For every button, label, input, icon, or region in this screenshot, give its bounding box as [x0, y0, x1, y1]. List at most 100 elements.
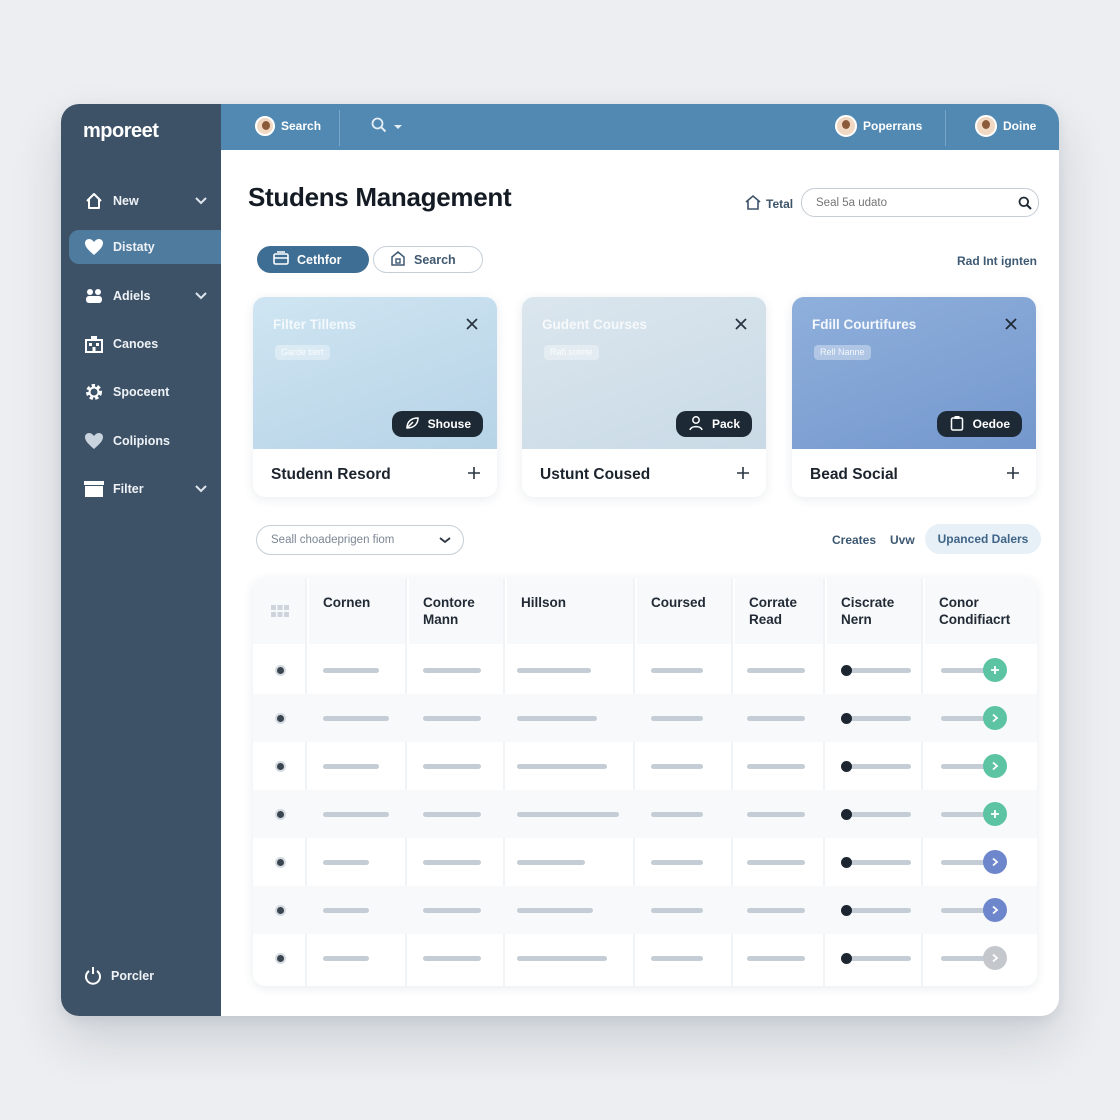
oedoe-button[interactable]: Oedoe [936, 411, 1022, 437]
table-row[interactable] [253, 742, 1037, 790]
row-radio[interactable] [275, 713, 286, 724]
table-header[interactable]: Contore Mann [409, 578, 503, 644]
chevron-right-icon [992, 953, 999, 963]
card-tag: Garde tiert [275, 345, 330, 360]
shouse-button[interactable]: Shouse [391, 411, 483, 437]
row-open-button[interactable] [983, 850, 1007, 874]
row-slider-track[interactable] [847, 860, 911, 865]
row-open-button[interactable] [983, 898, 1007, 922]
topbar-search-dropdown[interactable] [371, 117, 403, 136]
row-progress-track [941, 716, 989, 721]
row-slider-knob[interactable] [841, 953, 852, 964]
search-icon[interactable] [1018, 196, 1032, 215]
topbar-search[interactable]: Search [255, 116, 321, 136]
row-slider-track[interactable] [847, 956, 911, 961]
view-link[interactable]: Uvw [890, 533, 915, 547]
card-gudent-courses[interactable]: Gudent Courses Rafi solete Pack Ustunt C… [522, 297, 766, 497]
close-icon[interactable] [465, 317, 479, 336]
cell-placeholder [423, 812, 481, 817]
plus-icon[interactable] [736, 466, 750, 485]
table-header[interactable]: Cornen [309, 578, 405, 644]
row-radio[interactable] [275, 857, 286, 868]
sidebar-item-filter[interactable]: Filter [69, 472, 221, 506]
row-slider-knob[interactable] [841, 665, 852, 676]
filter-select[interactable]: Seall choadeprigen fiom [256, 525, 464, 555]
sidebar-item-colipions[interactable]: Colipions [69, 424, 221, 458]
pack-button[interactable]: Pack [675, 411, 752, 437]
row-open-button[interactable] [983, 706, 1007, 730]
grid-icon[interactable] [271, 604, 289, 621]
rad-int-link[interactable]: Rad Int ignten [957, 254, 1037, 268]
plus-icon[interactable] [1006, 466, 1020, 485]
row-add-button[interactable] [983, 802, 1007, 826]
sidebar-item-canoes[interactable]: Canoes [69, 327, 221, 361]
card-fdill-courtifures[interactable]: Fdill Courtifures Rell Nanne Oedoe Bead … [792, 297, 1036, 497]
row-slider-track[interactable] [847, 908, 911, 913]
row-radio[interactable] [275, 761, 286, 772]
home-icon [83, 190, 105, 212]
row-slider-knob[interactable] [841, 857, 852, 868]
row-radio[interactable] [275, 809, 286, 820]
row-open-button[interactable] [983, 754, 1007, 778]
search-input[interactable] [801, 188, 1039, 217]
building-icon [83, 333, 105, 355]
sidebar-item-new[interactable]: New [69, 184, 221, 218]
table-header[interactable]: Conor Condifiacrt [925, 578, 1037, 644]
table-header[interactable]: Ciscrate Nern [827, 578, 921, 644]
table-header[interactable]: Coursed [637, 578, 731, 644]
upanced-dalers-button[interactable]: Upanced Dalers [925, 524, 1041, 554]
card-footer-label: Bead Social [810, 466, 898, 483]
sidebar-item-label: Colipions [113, 434, 170, 448]
row-slider-knob[interactable] [841, 809, 852, 820]
card-tag: Rafi solete [544, 345, 599, 360]
row-slider-track[interactable] [847, 764, 911, 769]
cell-placeholder [323, 908, 369, 913]
sidebar-item-label: Spoceent [113, 385, 170, 399]
close-icon[interactable] [734, 317, 748, 336]
table-header[interactable]: Corrate Read [735, 578, 823, 644]
table-row[interactable] [253, 694, 1037, 742]
row-radio[interactable] [275, 953, 286, 964]
row-slider-track[interactable] [847, 668, 911, 673]
brand-logo[interactable]: mporeet [83, 120, 159, 143]
row-add-button[interactable] [983, 658, 1007, 682]
row-progress-track [941, 812, 989, 817]
sidebar-item-adiels[interactable]: Adiels [69, 279, 221, 313]
table-header[interactable]: Hillson [507, 578, 633, 644]
cell-placeholder [323, 764, 379, 769]
cell-placeholder [517, 860, 585, 865]
row-slider-track[interactable] [847, 812, 911, 817]
topbar-user-poperrans[interactable]: Poperrans [835, 115, 922, 137]
cell-placeholder [423, 668, 481, 673]
chevron-down-icon [195, 194, 207, 208]
card-title: Gudent Courses [542, 317, 648, 332]
row-slider-track[interactable] [847, 716, 911, 721]
sidebar-item-porcler[interactable]: Porcler [83, 966, 154, 986]
row-slider-knob[interactable] [841, 905, 852, 916]
table-row[interactable] [253, 790, 1037, 838]
sidebar-item-spoceent[interactable]: Spoceent [69, 375, 221, 409]
card-filter-tillems[interactable]: Filter Tillems Garde tiert Shouse Studen… [253, 297, 497, 497]
close-icon[interactable] [1004, 317, 1018, 336]
total-button[interactable]: Tetal [744, 194, 793, 213]
cell-placeholder [323, 860, 369, 865]
row-radio[interactable] [275, 905, 286, 916]
clipboard-icon [949, 415, 965, 434]
row-slider-knob[interactable] [841, 713, 852, 724]
table-row[interactable] [253, 886, 1037, 934]
creates-link[interactable]: Creates [832, 533, 876, 547]
search-icon [371, 117, 387, 136]
table-row[interactable] [253, 838, 1037, 886]
topbar-user-doine[interactable]: Doine [975, 115, 1036, 137]
search-button[interactable]: Search [373, 246, 483, 273]
sidebar-item-distaty[interactable]: Distaty [69, 230, 221, 264]
row-radio[interactable] [275, 665, 286, 676]
cell-placeholder [651, 668, 703, 673]
row-slider-knob[interactable] [841, 761, 852, 772]
table-row[interactable] [253, 934, 1037, 982]
row-open-button[interactable] [983, 946, 1007, 970]
cethfor-button[interactable]: Cethfor [257, 246, 369, 273]
card-title: Fdill Courtifures [812, 317, 917, 332]
table-row[interactable] [253, 646, 1037, 694]
plus-icon[interactable] [467, 466, 481, 485]
